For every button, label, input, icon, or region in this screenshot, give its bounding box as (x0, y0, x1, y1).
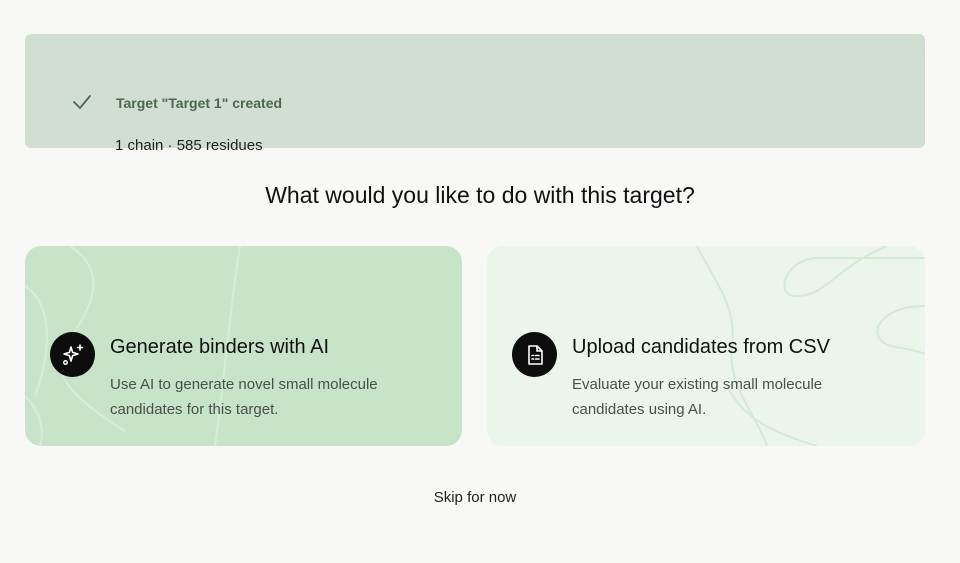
card-title: Upload candidates from CSV (572, 336, 830, 358)
card-description: Evaluate your existing small molecule ca… (572, 376, 823, 418)
question-heading: What would you like to do with this targ… (265, 182, 695, 208)
upload-csv-card[interactable]: Upload candidates from CSV Evaluate your… (487, 246, 925, 446)
check-icon (71, 93, 93, 116)
card-description: Use AI to generate novel small molecule … (110, 376, 378, 418)
generate-binders-card[interactable]: Generate binders with AI Use AI to gener… (25, 246, 462, 446)
skip-for-now-button[interactable]: Skip for now (0, 489, 950, 506)
file-spreadsheet-icon (512, 332, 557, 377)
sparkles-icon (50, 332, 95, 377)
banner-subtitle: 1 chain · 585 residues (115, 137, 263, 154)
success-banner: Target "Target 1" created 1 chain · 585 … (25, 34, 925, 154)
banner-title: Target "Target 1" created (116, 95, 283, 111)
card-title: Generate binders with AI (110, 336, 330, 358)
